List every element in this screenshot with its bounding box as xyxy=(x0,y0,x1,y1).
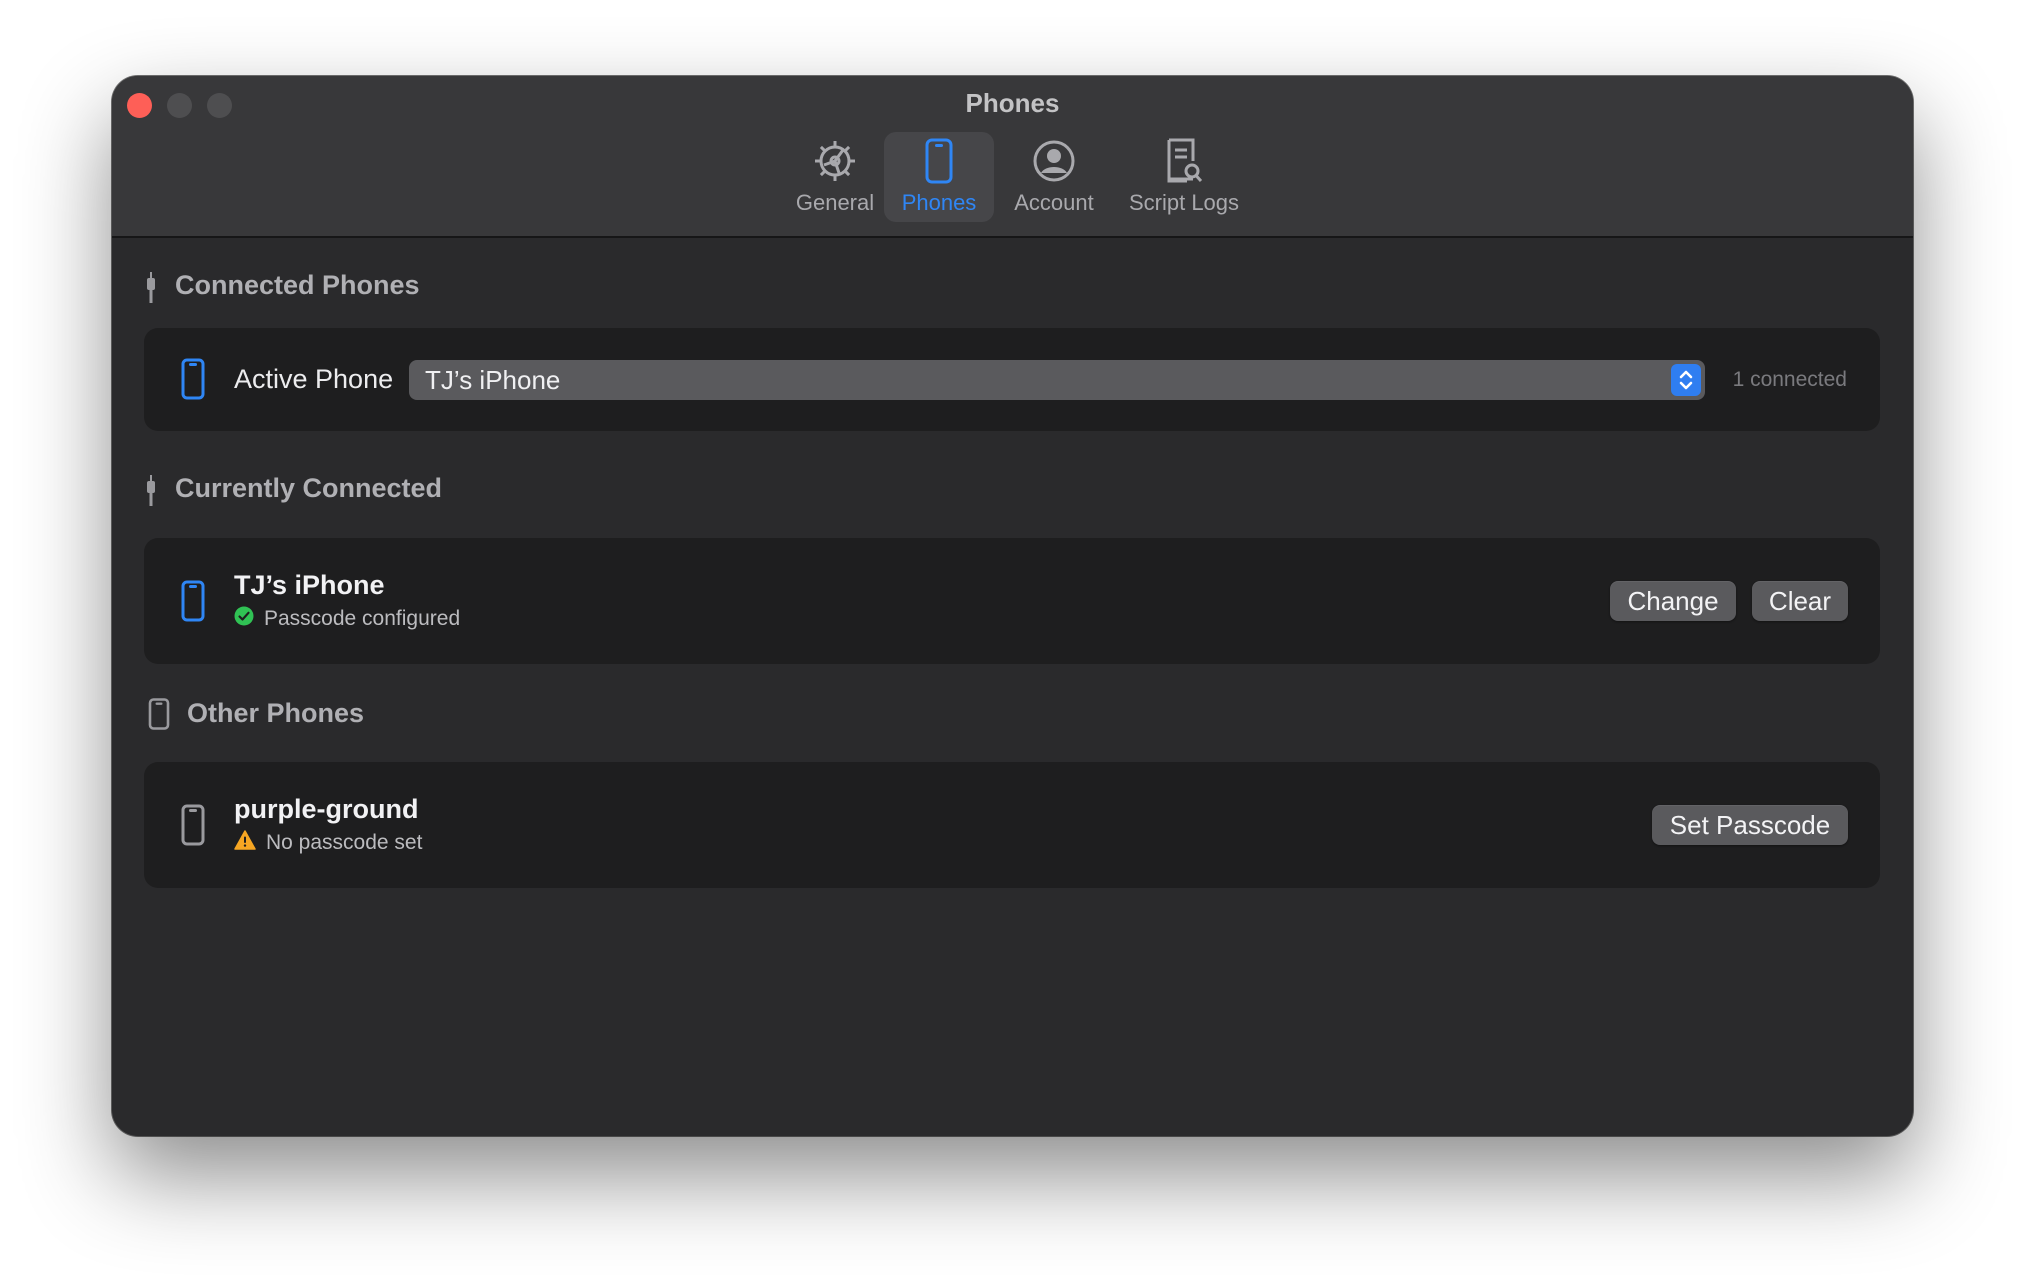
tab-script-logs[interactable]: Script Logs xyxy=(1116,132,1252,222)
active-phone-select[interactable]: TJ’s iPhone xyxy=(409,360,1705,400)
tab-general-label: General xyxy=(795,190,875,215)
doc-magnifier-icon xyxy=(1163,136,1205,186)
tab-account-label: Account xyxy=(1014,190,1094,215)
gear-icon xyxy=(812,136,858,186)
warning-triangle-icon xyxy=(234,830,256,856)
device-name: TJ’s iPhone xyxy=(234,570,385,600)
device-status-text: Passcode configured xyxy=(264,607,461,630)
iphone-icon xyxy=(181,804,205,851)
iphone-icon xyxy=(181,580,205,627)
tab-general[interactable]: General xyxy=(782,132,888,222)
cable-connector-icon xyxy=(146,272,156,309)
iphone-icon xyxy=(181,358,205,405)
tab-phones[interactable]: Phones xyxy=(884,132,994,222)
tab-script-logs-label: Script Logs xyxy=(1128,190,1240,215)
person-circle-icon xyxy=(1032,136,1076,186)
iphone-icon xyxy=(148,698,170,735)
iphone-icon xyxy=(924,136,954,186)
other-device-status: No passcode set xyxy=(234,830,422,856)
change-button[interactable]: Change xyxy=(1610,581,1736,621)
window-title: Phones xyxy=(965,88,1060,118)
cable-connector-icon xyxy=(146,475,156,512)
active-phone-value: TJ’s iPhone xyxy=(425,365,561,395)
section-title-other-phones: Other Phones xyxy=(187,698,365,728)
section-title-currently-connected: Currently Connected xyxy=(175,473,443,503)
set-passcode-button[interactable]: Set Passcode xyxy=(1652,805,1848,845)
tab-account[interactable]: Account xyxy=(1004,132,1104,222)
other-device-status-text: No passcode set xyxy=(266,831,423,854)
chevron-up-down-icon[interactable] xyxy=(1671,364,1701,396)
device-status: Passcode configured xyxy=(234,606,460,632)
active-phone-card: Active Phone TJ’s iPhone 1 connected xyxy=(144,328,1880,431)
checkmark-circle-icon xyxy=(234,606,254,632)
preferences-window: Phones General Phones Account Script Log… xyxy=(112,76,1913,1136)
clear-button[interactable]: Clear xyxy=(1752,581,1848,621)
active-phone-label: Active Phone xyxy=(234,364,394,394)
current-device-card: TJ’s iPhone Passcode configured Change C… xyxy=(144,538,1880,664)
connected-count: 1 connected xyxy=(1732,368,1847,391)
other-device-card: purple-ground No passcode set Set Passco… xyxy=(144,762,1880,888)
toolbar: Phones General Phones Account Script Log… xyxy=(112,76,1913,238)
other-device-name: purple-ground xyxy=(234,794,419,824)
section-title-connected-phones: Connected Phones xyxy=(175,270,420,300)
tab-phones-label: Phones xyxy=(901,190,977,215)
